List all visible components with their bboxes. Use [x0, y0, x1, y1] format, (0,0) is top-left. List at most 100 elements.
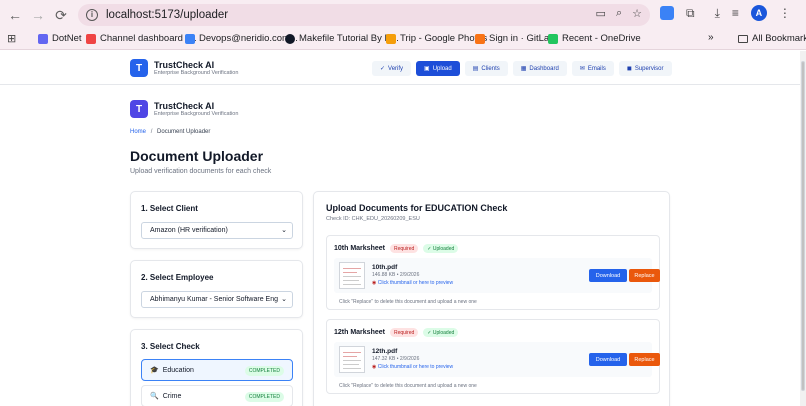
page-title: Document Uploader: [130, 148, 264, 164]
brand-subtitle: Enterprise Background Verification: [154, 111, 239, 117]
chevron-right-icon[interactable]: »: [708, 32, 714, 43]
select-employee-card: 2. Select Employee Abhimanyu Kumar - Sen…: [130, 260, 303, 318]
replace-button[interactable]: Replace: [629, 353, 660, 366]
bookmark-label: Makefile Tutorial By E...: [299, 33, 399, 44]
select-check-card: 3. Select Check 🎓 Education COMPLETED 🔍 …: [130, 329, 303, 406]
check-id: Check ID: CHK_EDU_20260209_ESU: [326, 216, 420, 222]
required-badge: Required: [389, 244, 419, 253]
bookmark-item[interactable]: Devops@neridio.com...: [185, 33, 298, 44]
address-bar[interactable]: i localhost:5173/uploader ▭ ⌕ ☆: [78, 4, 650, 26]
status-badge: COMPLETED: [244, 366, 284, 376]
scrollbar-thumb[interactable]: [801, 61, 805, 391]
profile-avatar[interactable]: A: [750, 5, 767, 21]
tab-label: Dashboard: [529, 65, 559, 72]
check-item-crime[interactable]: 🔍 Crime COMPLETED: [141, 385, 293, 406]
browser-toolbar: ← → ⟳ i localhost:5173/uploader ▭ ⌕ ☆ ⧉ …: [0, 0, 806, 29]
uploaded-badge: ✓ Uploaded: [423, 244, 459, 253]
pdf-thumbnail[interactable]: [339, 346, 365, 373]
employee-select-value: Abhimanyu Kumar - Senior Software Eng: [150, 296, 279, 303]
navbar-brand[interactable]: T TrustCheck AI Enterprise Background Ve…: [130, 59, 238, 77]
download-button[interactable]: Download: [589, 269, 627, 282]
logo-icon: T: [130, 100, 148, 118]
check-item-label: Education: [162, 366, 194, 374]
search-icon: 🔍: [150, 393, 159, 400]
download-button[interactable]: Download: [589, 353, 627, 366]
tab-verify[interactable]: ✓ Verify: [372, 61, 412, 76]
bookmark-label: DotNet: [52, 33, 82, 44]
supervisor-icon: ◼: [626, 66, 632, 72]
bookmark-favicon-icon: [285, 33, 295, 44]
app-navbar: T TrustCheck AI Enterprise Background Ve…: [0, 51, 800, 85]
tab-supervisor[interactable]: ◼ Supervisor: [618, 61, 672, 76]
bookmark-favicon-icon: [386, 33, 396, 44]
preview-link[interactable]: ◉ Click thumbnail or here to preview: [372, 280, 453, 286]
download-icon[interactable]: ⤓: [715, 6, 720, 21]
page-scrollbar[interactable]: [800, 51, 806, 406]
tab-dashboard[interactable]: ▦ Dashboard: [512, 61, 567, 76]
replace-button[interactable]: Replace: [629, 269, 660, 282]
file-meta: 146.88 KB • 2/9/2026: [372, 272, 420, 278]
preview-label: Click thumbnail or here to preview: [377, 364, 454, 370]
tab-label: Emails: [587, 65, 606, 72]
upload-icon: ▣: [424, 66, 430, 72]
extensions-puzzle-icon[interactable]: ⧉: [686, 6, 695, 21]
bookmark-label: Recent - OneDrive: [562, 33, 641, 44]
check-item-education[interactable]: 🎓 Education COMPLETED: [141, 359, 293, 381]
apps-grid-icon[interactable]: ⊞: [7, 32, 16, 45]
bookmark-item[interactable]: Recent - OneDrive: [548, 33, 641, 44]
document-title-row: 12th Marksheet Required ✓ Uploaded: [334, 328, 459, 337]
document-title-row: 10th Marksheet Required ✓ Uploaded: [334, 244, 459, 253]
reload-icon[interactable]: ⟳: [50, 4, 72, 26]
folder-icon: [738, 34, 748, 43]
page-brand: T TrustCheck AI Enterprise Background Ve…: [130, 100, 238, 118]
media-icon[interactable]: ≡: [732, 6, 739, 20]
breadcrumb-separator: /: [150, 129, 153, 135]
tab-clients[interactable]: ▤ Clients: [464, 61, 508, 76]
client-select[interactable]: Amazon (HR verification) ⌄: [141, 222, 293, 239]
replace-hint: Click "Replace" to delete this document …: [339, 383, 477, 389]
upload-documents-panel: Upload Documents for EDUCATION Check Che…: [313, 191, 670, 406]
bookmark-item[interactable]: Trip - Google Photos: [386, 33, 487, 44]
zoom-icon[interactable]: ⌕: [616, 7, 622, 20]
client-select-value: Amazon (HR verification): [150, 227, 228, 234]
bookmark-item[interactable]: Makefile Tutorial By E...: [285, 33, 399, 44]
cast-icon[interactable]: ▭: [596, 7, 606, 20]
eye-icon: ◉: [372, 364, 377, 370]
check-icon: ✓: [380, 66, 386, 72]
breadcrumb: Home / Document Uploader: [130, 129, 210, 135]
tab-label: Upload: [432, 65, 452, 72]
preview-label: Click thumbnail or here to preview: [377, 280, 454, 286]
site-info-icon[interactable]: i: [86, 9, 98, 21]
brand-title: TrustCheck AI: [154, 101, 215, 111]
employee-select[interactable]: Abhimanyu Kumar - Senior Software Eng ⌄: [141, 291, 293, 308]
extension-icon[interactable]: [660, 6, 674, 20]
select-check-heading: 3. Select Check: [141, 342, 200, 351]
graduation-cap-icon: 🎓: [150, 367, 159, 374]
breadcrumb-home[interactable]: Home: [130, 129, 146, 135]
tab-emails[interactable]: ✉ Emails: [571, 61, 614, 76]
bookmark-item[interactable]: Sign in · GitLab: [475, 33, 554, 44]
bookmark-item[interactable]: Channel dashboard -...: [86, 33, 197, 44]
logo-icon: T: [130, 59, 148, 77]
menu-kebab-icon[interactable]: ⋮: [779, 6, 791, 20]
file-meta: 147.32 KB • 2/9/2026: [372, 356, 420, 362]
chevron-down-icon: ⌄: [279, 295, 287, 303]
file-row: 12th.pdf 147.32 KB • 2/9/2026 ◉ Click th…: [334, 342, 660, 377]
dashboard-icon: ▦: [520, 66, 527, 72]
page-subtitle: Upload verification documents for each c…: [130, 168, 272, 175]
status-badge: COMPLETED: [244, 392, 284, 402]
bookmark-item[interactable]: DotNet: [38, 33, 82, 44]
bookmarks-bar: ⊞ DotNet Channel dashboard -... Devops@n…: [0, 29, 806, 50]
preview-link[interactable]: ◉ Click thumbnail or here to preview: [372, 364, 453, 370]
brand-title: TrustCheck AI: [154, 60, 215, 70]
tab-upload[interactable]: ▣ Upload: [416, 61, 460, 76]
file-name: 10th.pdf: [372, 264, 398, 271]
document-title: 12th Marksheet: [334, 329, 385, 336]
all-bookmarks-button[interactable]: All Bookmarks: [738, 33, 806, 44]
back-icon[interactable]: ←: [4, 4, 26, 26]
bookmark-star-icon[interactable]: ☆: [632, 7, 642, 20]
pdf-thumbnail[interactable]: [339, 262, 365, 289]
replace-hint: Click "Replace" to delete this document …: [339, 299, 477, 305]
bookmark-favicon-icon: [185, 33, 195, 44]
forward-icon[interactable]: →: [27, 4, 49, 26]
